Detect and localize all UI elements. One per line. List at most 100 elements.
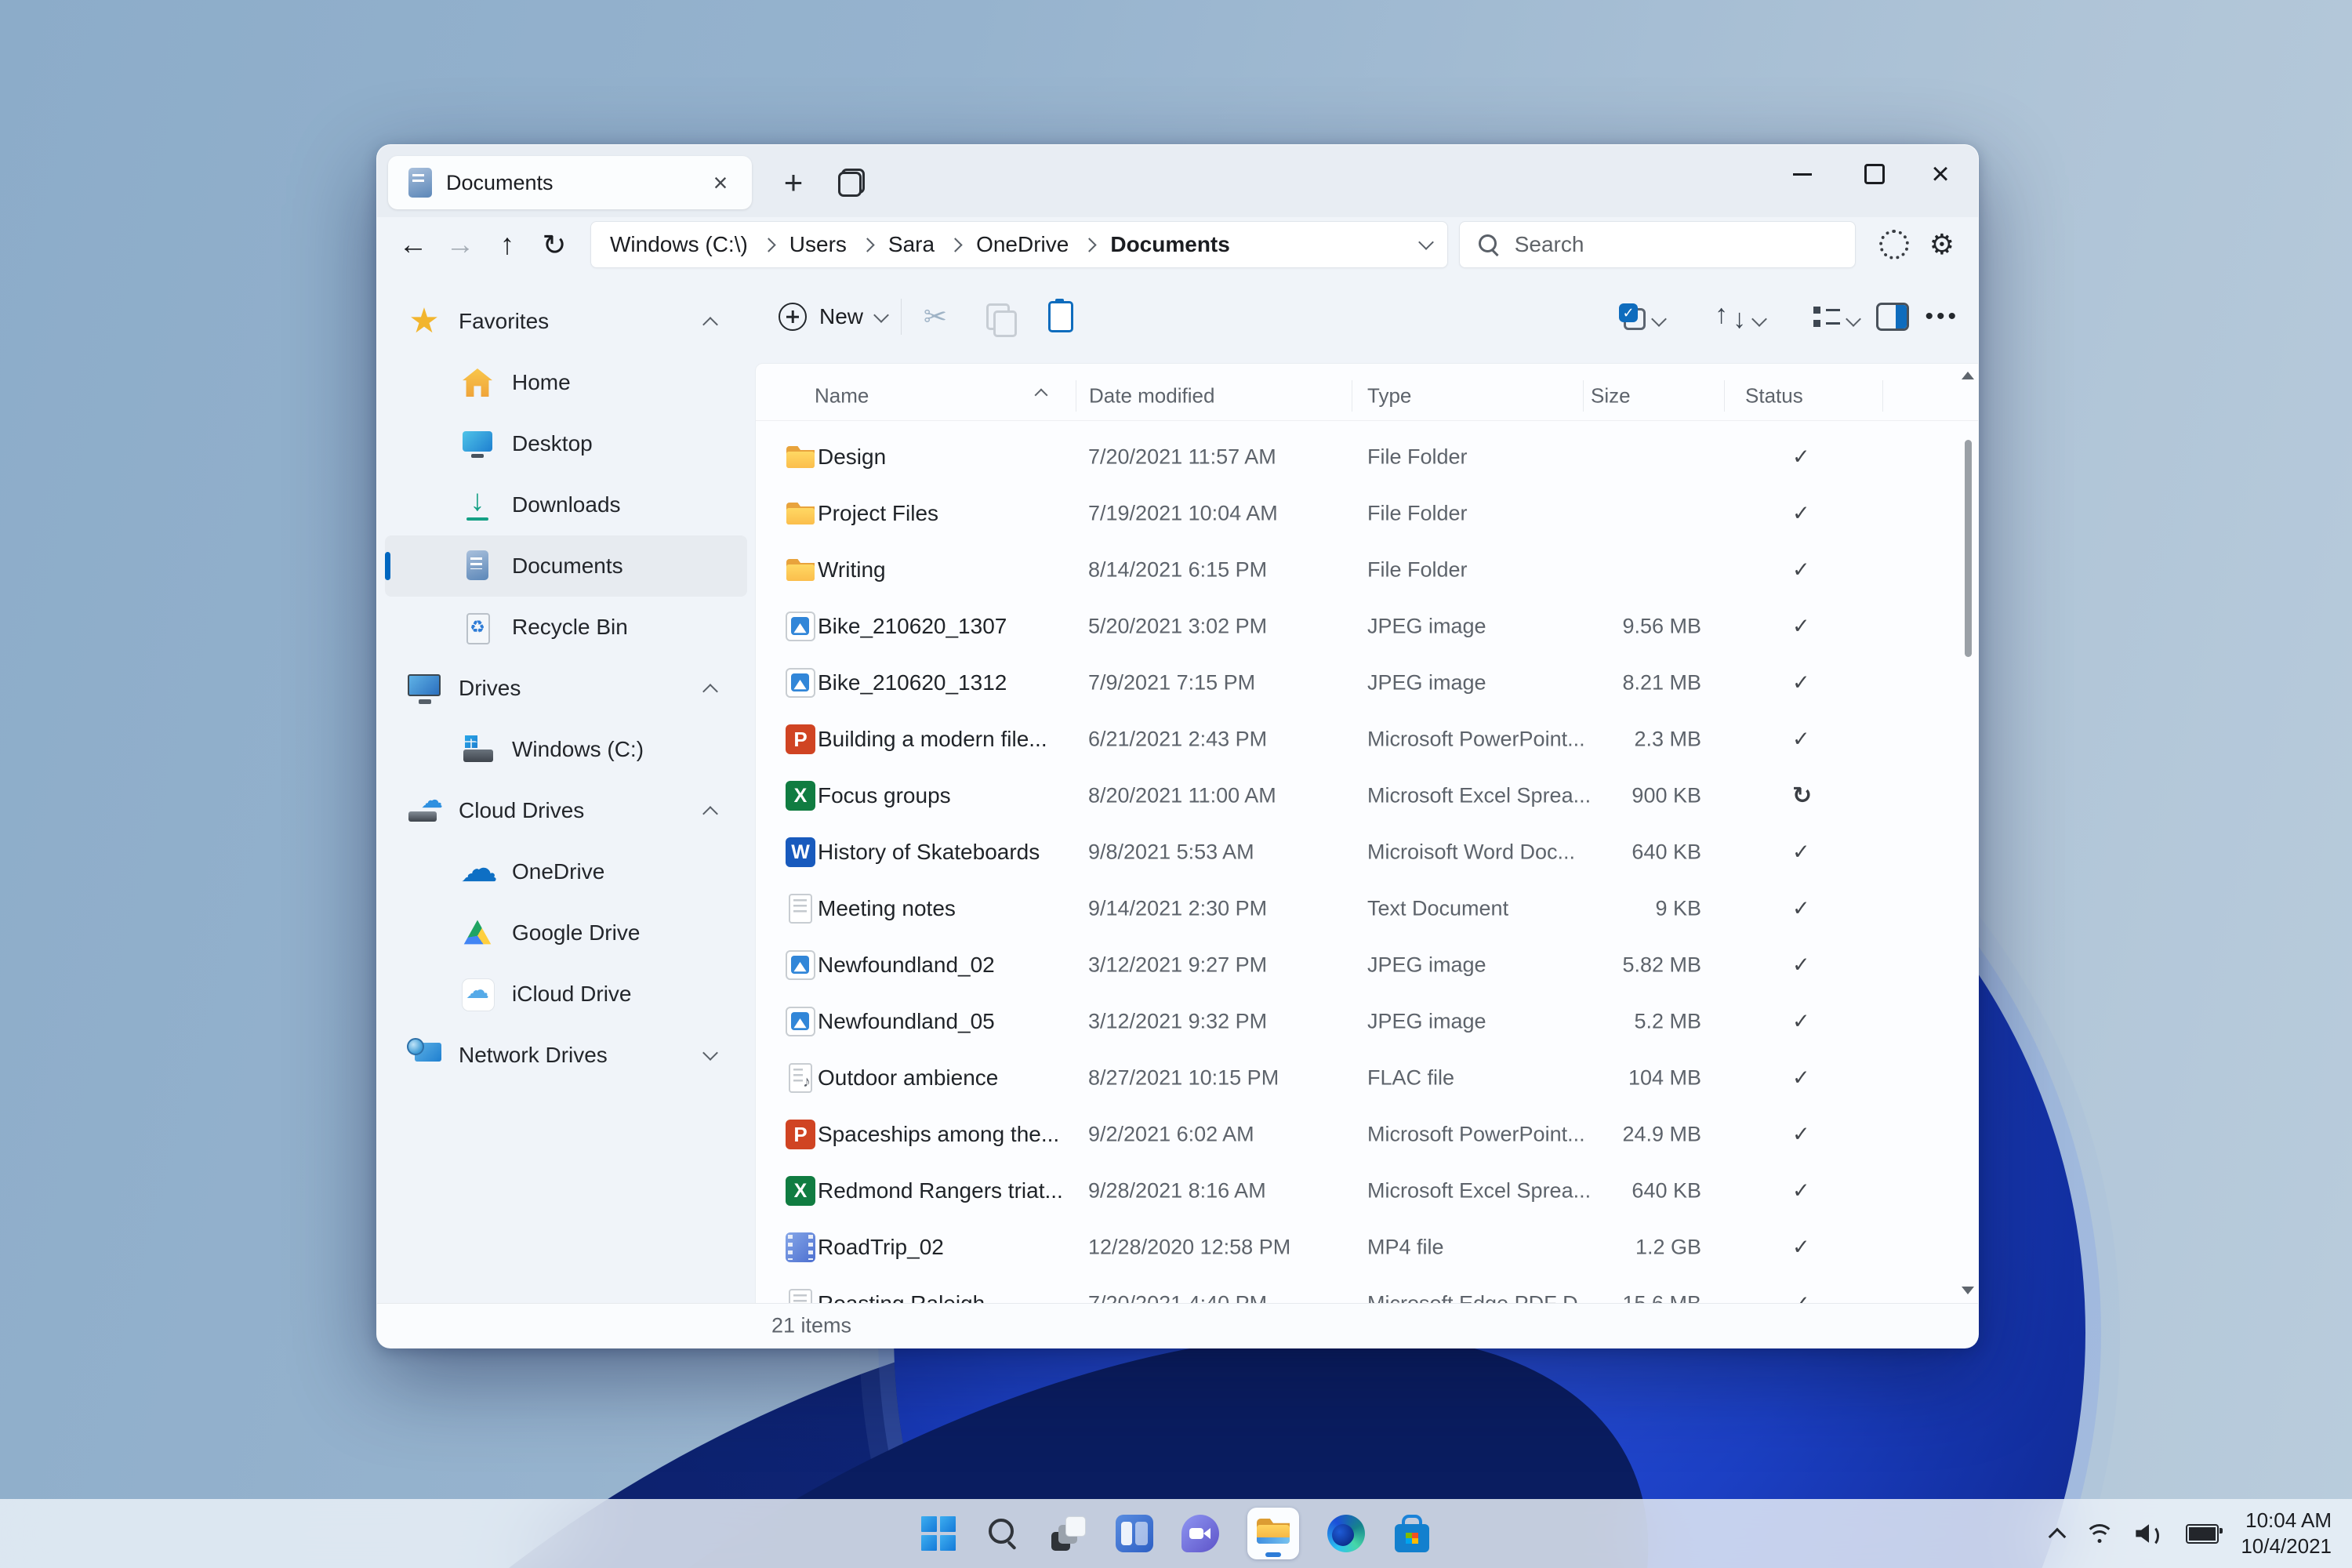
breadcrumb-segment[interactable]: Users	[789, 232, 888, 257]
file-size: 2.3 MB	[1634, 727, 1701, 751]
file-row[interactable]: Outdoor ambience 8/27/2021 10:15 PM FLAC…	[756, 1050, 1978, 1106]
sidebar-item[interactable]: Google Drive	[385, 902, 747, 964]
task-view-icon[interactable]	[1050, 1515, 1087, 1552]
sidebar-item-label: Windows (C:)	[512, 737, 644, 761]
file-row[interactable]: RoadTrip_02 12/28/2020 12:58 PM MP4 file…	[756, 1219, 1978, 1276]
file-row[interactable]: Bike_210620_1312 7/9/2021 7:15 PM JPEG i…	[756, 655, 1978, 711]
breadcrumb-segment[interactable]: Windows (C:\)	[610, 232, 789, 257]
file-row[interactable]: Focus groups 8/20/2021 11:00 AM Microsof…	[756, 768, 1978, 824]
search-box[interactable]	[1458, 221, 1856, 268]
file-size: 9.56 MB	[1622, 614, 1701, 638]
column-header-status[interactable]: Status	[1745, 384, 1803, 408]
back-button[interactable]: ←	[390, 223, 437, 267]
address-bar[interactable]: Windows (C:\) Users Sara OneDrive Docume…	[590, 221, 1448, 268]
sidebar-item[interactable]: Drives	[385, 658, 747, 719]
sidebar-item[interactable]: Favorites	[385, 291, 747, 352]
breadcrumb-segment[interactable]: Sara	[888, 232, 976, 257]
sidebar-item[interactable]: Documents	[385, 535, 747, 597]
minimize-button[interactable]	[1777, 151, 1828, 197]
file-row[interactable]: Roasting Raleigh 7/20/2021 4:40 PM Micro…	[756, 1276, 1978, 1304]
copy-button[interactable]	[975, 291, 1022, 343]
new-button[interactable]: New	[768, 291, 898, 343]
address-dropdown-icon[interactable]	[1417, 234, 1434, 250]
sidebar-item[interactable]: Network Drives	[385, 1025, 747, 1086]
column-header-date[interactable]: Date modified	[1089, 384, 1214, 408]
scrollbar-down-arrow[interactable]	[1962, 1287, 1974, 1294]
sidebar-item[interactable]: OneDrive	[385, 841, 747, 902]
column-header-name[interactable]: Name	[815, 384, 869, 408]
tab-close-icon[interactable]: ×	[705, 167, 736, 198]
section-chevron-icon[interactable]	[702, 684, 718, 699]
widgets-icon[interactable]	[1116, 1515, 1153, 1552]
close-button[interactable]: ×	[1915, 151, 1965, 197]
column-header-type[interactable]: Type	[1367, 384, 1411, 408]
file-explorer-taskbar-icon[interactable]	[1247, 1508, 1299, 1559]
hidden-icons-chevron[interactable]	[2049, 1527, 2067, 1546]
sync-status-icon	[1792, 1123, 1810, 1147]
section-chevron-icon[interactable]	[702, 1045, 718, 1061]
cut-button[interactable]: ✂	[912, 291, 959, 343]
start-button-icon[interactable]	[921, 1516, 956, 1551]
file-row[interactable]: Redmond Rangers triat... 9/28/2021 8:16 …	[756, 1163, 1978, 1219]
section-chevron-icon[interactable]	[702, 806, 718, 822]
sidebar-item-icon	[460, 485, 495, 522]
file-size: 5.2 MB	[1634, 1009, 1701, 1033]
taskbar: 10:04 AM 10/4/2021	[0, 1499, 2352, 1568]
up-button[interactable]: ↑	[484, 223, 531, 267]
file-row[interactable]: Writing 8/14/2021 6:15 PM File Folder	[756, 542, 1978, 598]
file-row[interactable]: Spaceships among the... 9/2/2021 6:02 AM…	[756, 1106, 1978, 1163]
breadcrumb-segment[interactable]: Documents	[1110, 232, 1229, 257]
edge-browser-icon[interactable]	[1327, 1515, 1365, 1552]
forward-button[interactable]: →	[437, 223, 484, 267]
scrollbar-up-arrow[interactable]	[1962, 372, 1974, 379]
file-date-modified: 8/27/2021 10:15 PM	[1088, 1065, 1279, 1090]
sync-status-icon	[1792, 502, 1810, 526]
view-button[interactable]	[1813, 291, 1861, 343]
paste-button[interactable]	[1037, 291, 1084, 343]
file-type: JPEG image	[1367, 670, 1486, 695]
column-divider[interactable]	[1724, 380, 1725, 412]
file-row[interactable]: Newfoundland_05 3/12/2021 9:32 PM JPEG i…	[756, 993, 1978, 1050]
sidebar-item[interactable]: Recycle Bin	[385, 597, 747, 658]
file-row[interactable]: Design 7/20/2021 11:57 AM File Folder	[756, 429, 1978, 485]
column-header-size[interactable]: Size	[1591, 384, 1631, 408]
file-row[interactable]: Meeting notes 9/14/2021 2:30 PM Text Doc…	[756, 880, 1978, 937]
maximize-button[interactable]	[1849, 151, 1900, 197]
chat-icon[interactable]	[1181, 1515, 1219, 1552]
taskbar-search-icon[interactable]	[984, 1515, 1022, 1552]
sort-ascending-icon	[1034, 388, 1048, 402]
file-row[interactable]: History of Skateboards 9/8/2021 5:53 AM …	[756, 824, 1978, 880]
sidebar-item[interactable]: Downloads	[385, 474, 747, 535]
sidebar-item[interactable]: Desktop	[385, 413, 747, 474]
volume-icon[interactable]	[2136, 1523, 2164, 1547]
file-row[interactable]: Building a modern file... 6/21/2021 2:43…	[756, 711, 1978, 768]
settings-gear-icon[interactable]: ⚙	[1929, 228, 1955, 261]
battery-icon[interactable]	[2186, 1523, 2223, 1544]
wifi-icon[interactable]	[2085, 1523, 2115, 1544]
sidebar-item[interactable]: Home	[385, 352, 747, 413]
breadcrumb-segment[interactable]: OneDrive	[976, 232, 1110, 257]
scrollbar[interactable]	[1962, 364, 1975, 1304]
clock[interactable]: 10:04 AM 10/4/2021	[2241, 1508, 2332, 1559]
details-pane-button[interactable]	[1876, 291, 1909, 343]
file-row[interactable]: Bike_210620_1307 5/20/2021 3:02 PM JPEG …	[756, 598, 1978, 655]
select-button[interactable]	[1619, 291, 1667, 343]
microsoft-store-icon[interactable]	[1393, 1515, 1431, 1552]
tab-list-icon[interactable]	[838, 169, 865, 197]
sidebar-item[interactable]: iCloud Drive	[385, 964, 747, 1025]
sidebar-item[interactable]: Windows (C:)	[385, 719, 747, 780]
file-type-icon	[786, 837, 815, 867]
file-row[interactable]: Project Files 7/19/2021 10:04 AM File Fo…	[756, 485, 1978, 542]
section-chevron-icon[interactable]	[702, 317, 718, 332]
refresh-button[interactable]: ↻	[531, 223, 578, 267]
column-divider[interactable]	[1583, 380, 1584, 412]
column-divider[interactable]	[1882, 380, 1883, 412]
see-more-button[interactable]	[1925, 291, 1959, 343]
sidebar-item[interactable]: Cloud Drives	[385, 780, 747, 841]
new-tab-button[interactable]: +	[773, 162, 814, 203]
file-row[interactable]: Newfoundland_02 3/12/2021 9:27 PM JPEG i…	[756, 937, 1978, 993]
search-input[interactable]	[1512, 231, 1798, 258]
sort-button[interactable]	[1715, 291, 1767, 343]
tab-documents[interactable]: Documents ×	[388, 156, 752, 209]
scrollbar-thumb[interactable]	[1965, 440, 1972, 657]
